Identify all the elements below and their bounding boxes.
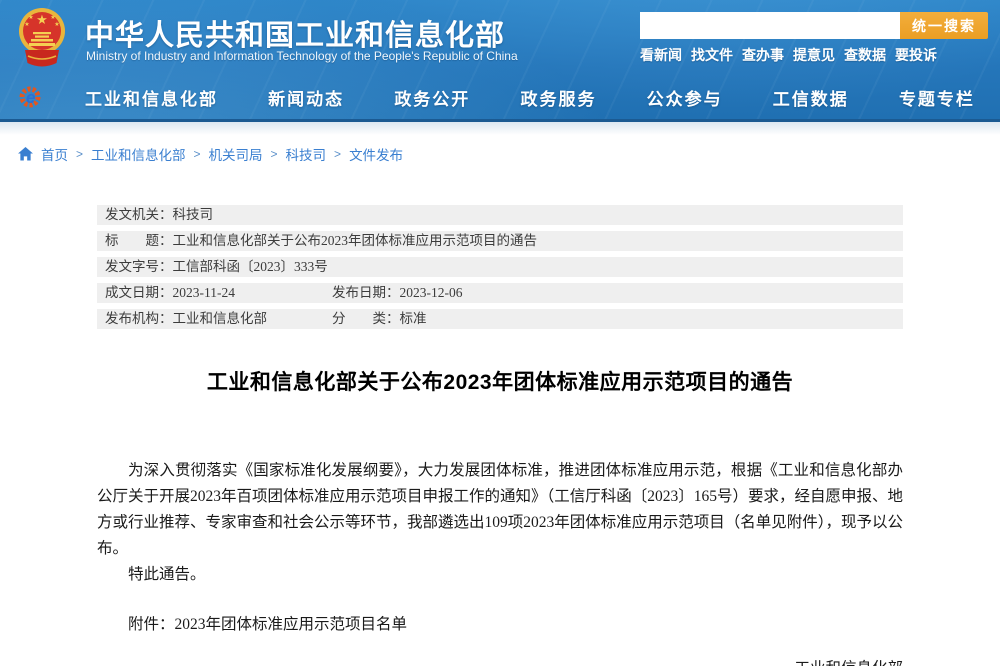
- national-emblem-icon: ★ ★ ★ ★ ★: [18, 4, 66, 70]
- meta-value-doc-number: 工信部科函〔2023〕333号: [173, 259, 328, 274]
- search-button[interactable]: 统一搜索: [900, 12, 988, 39]
- header-divider: [0, 122, 1000, 135]
- document-content: 发文机关：科技司 标 题：工业和信息化部关于公布2023年团体标准应用示范项目的…: [97, 205, 903, 666]
- table-row: 发文机关：科技司: [97, 205, 903, 225]
- meta-label-publisher: 发布机构：: [105, 311, 173, 326]
- meta-label-doc-number: 发文字号：: [105, 259, 173, 274]
- meta-label-category: 分 类：: [332, 311, 400, 326]
- meta-value-written-date: 2023-11-24: [173, 285, 236, 300]
- site-subtitle: Ministry of Industry and Information Tec…: [86, 49, 518, 63]
- breadcrumb-home[interactable]: 首页: [41, 144, 68, 164]
- breadcrumb: 首页 > 工业和信息化部 > 机关司局 > 科技司 > 文件发布: [18, 143, 1000, 165]
- nav-item-special-columns[interactable]: 专题专栏: [899, 85, 975, 110]
- table-row: 成文日期：2023-11-24 发布日期：2023-12-06: [97, 283, 903, 303]
- top-banner: ★ ★ ★ ★ ★ 中华人民共和国工业和信息化部 Ministry of Ind…: [0, 0, 1000, 122]
- breadcrumb-separator: >: [76, 147, 83, 161]
- document-meta-table: 发文机关：科技司 标 题：工业和信息化部关于公布2023年团体标准应用示范项目的…: [97, 205, 903, 329]
- quick-link-news[interactable]: 看新闻: [640, 45, 682, 65]
- svg-text:★: ★: [50, 14, 55, 21]
- signature-block: 工业和信息化部 2023年11月24日: [97, 656, 903, 666]
- nav-item-miit-data[interactable]: 工信数据: [773, 85, 849, 110]
- breadcrumb-miit[interactable]: 工业和信息化部: [91, 144, 186, 164]
- breadcrumb-science-tech-dept[interactable]: 科技司: [286, 144, 327, 164]
- meta-cell-publish-date: 发布日期：2023-12-06: [332, 283, 463, 303]
- meta-value-publish-date: 2023-12-06: [400, 285, 463, 300]
- main-nav: e 工业和信息化部 新闻动态 政务公开 政务服务 公众参与 工信数据 专题专栏: [0, 75, 1000, 119]
- miit-logo-icon: e: [18, 84, 44, 110]
- site-header: ★ ★ ★ ★ ★ 中华人民共和国工业和信息化部 Ministry of Ind…: [0, 0, 1000, 75]
- breadcrumb-departments[interactable]: 机关司局: [209, 144, 263, 164]
- search-box: 统一搜索: [640, 12, 988, 39]
- signature-org: 工业和信息化部: [97, 656, 903, 666]
- home-icon: [18, 147, 33, 161]
- breadcrumb-separator: >: [194, 147, 201, 161]
- svg-text:e: e: [26, 88, 35, 107]
- nav-item-gov-disclosure[interactable]: 政务公开: [394, 85, 470, 110]
- meta-label-publish-date: 发布日期：: [332, 285, 400, 300]
- meta-value-category: 标准: [400, 311, 427, 326]
- meta-value-issuing-office: 科技司: [173, 207, 214, 222]
- nav-item-miit[interactable]: 工业和信息化部: [85, 85, 218, 110]
- nav-item-public-participation[interactable]: 公众参与: [647, 85, 723, 110]
- quick-link-suggestions[interactable]: 提意见: [793, 45, 835, 65]
- table-row: 发布机构：工业和信息化部 分 类：标准: [97, 309, 903, 329]
- article-paragraph: 特此通告。: [97, 562, 903, 588]
- article-paragraph: 为深入贯彻落实《国家标准化发展纲要》，大力发展团体标准，推进团体标准应用示范，根…: [97, 458, 903, 562]
- nav-item-gov-services[interactable]: 政务服务: [520, 85, 596, 110]
- svg-text:★: ★: [24, 21, 29, 28]
- meta-label-issuing-office: 发文机关：: [105, 207, 173, 222]
- svg-text:★: ★: [54, 21, 59, 28]
- quick-link-documents[interactable]: 找文件: [691, 45, 733, 65]
- article-title: 工业和信息化部关于公布2023年团体标准应用示范项目的通告: [97, 366, 903, 396]
- meta-cell-category: 分 类：标准: [332, 309, 427, 329]
- meta-value-publisher: 工业和信息化部: [173, 311, 268, 326]
- quick-link-services[interactable]: 查办事: [742, 45, 784, 65]
- nav-items: 工业和信息化部 新闻动态 政务公开 政务服务 公众参与 工信数据 专题专栏: [85, 85, 975, 110]
- article-body: 为深入贯彻落实《国家标准化发展纲要》，大力发展团体标准，推进团体标准应用示范，根…: [97, 458, 903, 588]
- breadcrumb-separator: >: [271, 147, 278, 161]
- breadcrumb-separator: >: [334, 147, 341, 161]
- site-title: 中华人民共和国工业和信息化部: [85, 12, 505, 54]
- nav-item-news[interactable]: 新闻动态: [268, 85, 344, 110]
- table-row: 标 题：工业和信息化部关于公布2023年团体标准应用示范项目的通告: [97, 231, 903, 251]
- svg-text:★: ★: [28, 14, 33, 21]
- quick-link-complaints[interactable]: 要投诉: [895, 45, 937, 65]
- search-input[interactable]: [640, 12, 900, 39]
- breadcrumb-document-release[interactable]: 文件发布: [349, 144, 403, 164]
- attachment-line: 附件：2023年团体标准应用示范项目名单: [97, 612, 903, 638]
- quick-link-data[interactable]: 查数据: [844, 45, 886, 65]
- quick-links: 看新闻 找文件 查办事 提意见 查数据 要投诉: [640, 45, 937, 65]
- meta-label-title: 标 题：: [105, 233, 173, 248]
- meta-value-title: 工业和信息化部关于公布2023年团体标准应用示范项目的通告: [173, 233, 538, 248]
- meta-label-written-date: 成文日期：: [105, 285, 173, 300]
- table-row: 发文字号：工信部科函〔2023〕333号: [97, 257, 903, 277]
- svg-text:★: ★: [36, 12, 48, 27]
